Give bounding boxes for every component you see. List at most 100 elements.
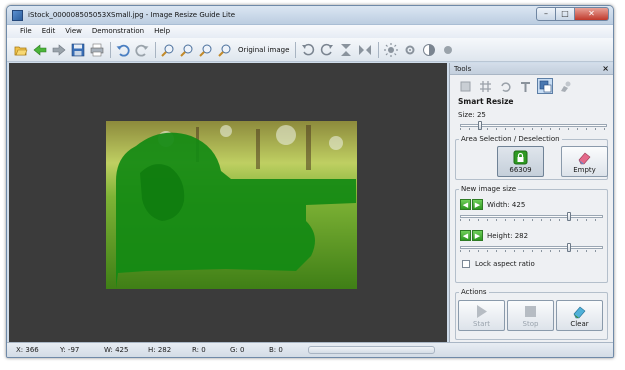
status-height: H: 282	[148, 346, 172, 354]
height-increase-icon[interactable]: ▶	[472, 230, 483, 241]
flip-horizontal-icon[interactable]	[356, 41, 374, 59]
status-red: R: 0	[192, 346, 206, 354]
status-width: W: 425	[104, 346, 129, 354]
new-image-size-title: New image size	[459, 185, 519, 193]
forward-icon[interactable]	[50, 41, 68, 59]
width-arrows: ◀ ▶	[460, 199, 484, 210]
crop-icon[interactable]	[457, 78, 473, 94]
height-slider-thumb[interactable]	[567, 243, 571, 252]
status-green: G: 0	[230, 346, 245, 354]
text-icon[interactable]	[517, 78, 533, 94]
app-window: iStock_000008505053XSmall.jpg - Image Re…	[6, 5, 614, 358]
image-preview[interactable]	[106, 121, 357, 289]
area-selection-title: Area Selection / Deselection	[459, 135, 562, 143]
original-image-button[interactable]: Original image	[235, 41, 292, 59]
tools-panel-close-icon[interactable]: ×	[602, 64, 609, 73]
size-label: Size: 25	[458, 111, 486, 119]
photo-with-selection	[106, 121, 357, 289]
undo-icon[interactable]	[114, 41, 132, 59]
smart-resize-icon[interactable]	[537, 78, 553, 94]
empty-selection-button[interactable]: Empty	[561, 146, 608, 177]
toolbar-separator	[295, 41, 297, 58]
status-x: X: 366	[16, 346, 39, 354]
start-label: Start	[472, 320, 491, 328]
back-icon[interactable]	[31, 41, 49, 59]
height-slider-track	[460, 246, 603, 249]
toolbar-separator	[155, 41, 156, 58]
menu-file[interactable]: File	[15, 25, 37, 38]
tools-panel: Tools × Smart Resize Size: 25 Area Selec…	[449, 63, 613, 342]
width-slider-thumb[interactable]	[567, 212, 571, 221]
stop-icon	[525, 306, 536, 317]
open-icon[interactable]	[12, 41, 30, 59]
saturation-icon[interactable]	[439, 41, 457, 59]
width-decrease-icon[interactable]: ◀	[460, 199, 471, 210]
width-label: Width: 425	[487, 200, 526, 209]
area-selection-group: Area Selection / Deselection 66309 Empty	[455, 135, 608, 180]
grid-icon[interactable]	[477, 78, 493, 94]
eraser-icon	[578, 152, 591, 165]
window-title: iStock_000008505053XSmall.jpg - Image Re…	[28, 11, 236, 19]
brightness-icon[interactable]	[382, 41, 400, 59]
undo-tool-icon[interactable]	[497, 78, 513, 94]
clear-label: Clear	[570, 320, 589, 328]
clear-button[interactable]: Clear	[556, 300, 603, 331]
status-y: Y: -97	[60, 346, 80, 354]
width-row: ◀ ▶ Width: 425	[456, 199, 607, 210]
zoom-in-icon[interactable]	[159, 41, 177, 59]
stop-label: Stop	[522, 320, 539, 328]
play-icon	[477, 305, 487, 318]
tools-panel-header: Tools ×	[450, 63, 613, 75]
stop-button[interactable]: Stop	[507, 300, 554, 331]
title-bar[interactable]: iStock_000008505053XSmall.jpg - Image Re…	[7, 6, 613, 25]
size-slider[interactable]	[460, 121, 607, 130]
lock-icon	[513, 150, 528, 165]
toolbar: Original image	[7, 38, 613, 62]
status-blue: B: 0	[269, 346, 283, 354]
height-row: ◀ ▶ Height: 282	[456, 230, 607, 241]
zoom-fit-icon[interactable]	[197, 41, 215, 59]
toolbar-separator	[378, 41, 380, 58]
redo-icon[interactable]	[133, 41, 151, 59]
brush-icon[interactable]	[557, 78, 573, 94]
menu-view[interactable]: View	[60, 25, 87, 38]
new-image-size-group: New image size ◀ ▶ Width: 425 ◀ ▶ Height…	[455, 185, 608, 283]
empty-label: Empty	[573, 166, 596, 174]
print-icon[interactable]	[88, 41, 106, 59]
flip-vertical-icon[interactable]	[337, 41, 355, 59]
width-slider[interactable]	[460, 212, 603, 221]
contrast-icon[interactable]	[420, 41, 438, 59]
close-button[interactable]: ✕	[575, 7, 609, 21]
height-slider[interactable]	[460, 243, 603, 252]
size-slider-ticks	[460, 128, 607, 130]
maximize-button[interactable]: □	[556, 7, 575, 21]
rotate-right-icon[interactable]	[318, 41, 336, 59]
actions-title: Actions	[459, 288, 489, 296]
smart-resize-title: Smart Resize	[458, 97, 514, 106]
height-slider-ticks	[460, 250, 603, 252]
tool-icons-row	[450, 75, 613, 97]
menu-bar: File Edit View Demonstration Help	[7, 25, 613, 38]
lock-aspect-checkbox[interactable]	[462, 260, 470, 268]
width-slider-ticks	[460, 219, 603, 221]
width-slider-track	[460, 215, 603, 218]
image-canvas[interactable]	[9, 63, 447, 342]
width-increase-icon[interactable]: ▶	[472, 199, 483, 210]
lock-aspect-row: Lock aspect ratio	[456, 260, 607, 268]
size-slider-thumb[interactable]	[478, 121, 482, 130]
height-decrease-icon[interactable]: ◀	[460, 230, 471, 241]
menu-help[interactable]: Help	[149, 25, 175, 38]
settings-icon[interactable]	[401, 41, 419, 59]
lock-aspect-label: Lock aspect ratio	[475, 260, 535, 268]
menu-edit[interactable]: Edit	[37, 25, 61, 38]
protect-area-button[interactable]: 66309	[497, 146, 544, 177]
zoom-actual-icon[interactable]	[216, 41, 234, 59]
menu-demonstration[interactable]: Demonstration	[87, 25, 149, 38]
minimize-button[interactable]: –	[536, 7, 556, 21]
start-button[interactable]: Start	[458, 300, 505, 331]
save-icon[interactable]	[69, 41, 87, 59]
rotate-left-icon[interactable]	[299, 41, 317, 59]
horizontal-scrollbar[interactable]	[308, 346, 435, 354]
zoom-out-icon[interactable]	[178, 41, 196, 59]
toolbar-separator	[110, 41, 111, 58]
